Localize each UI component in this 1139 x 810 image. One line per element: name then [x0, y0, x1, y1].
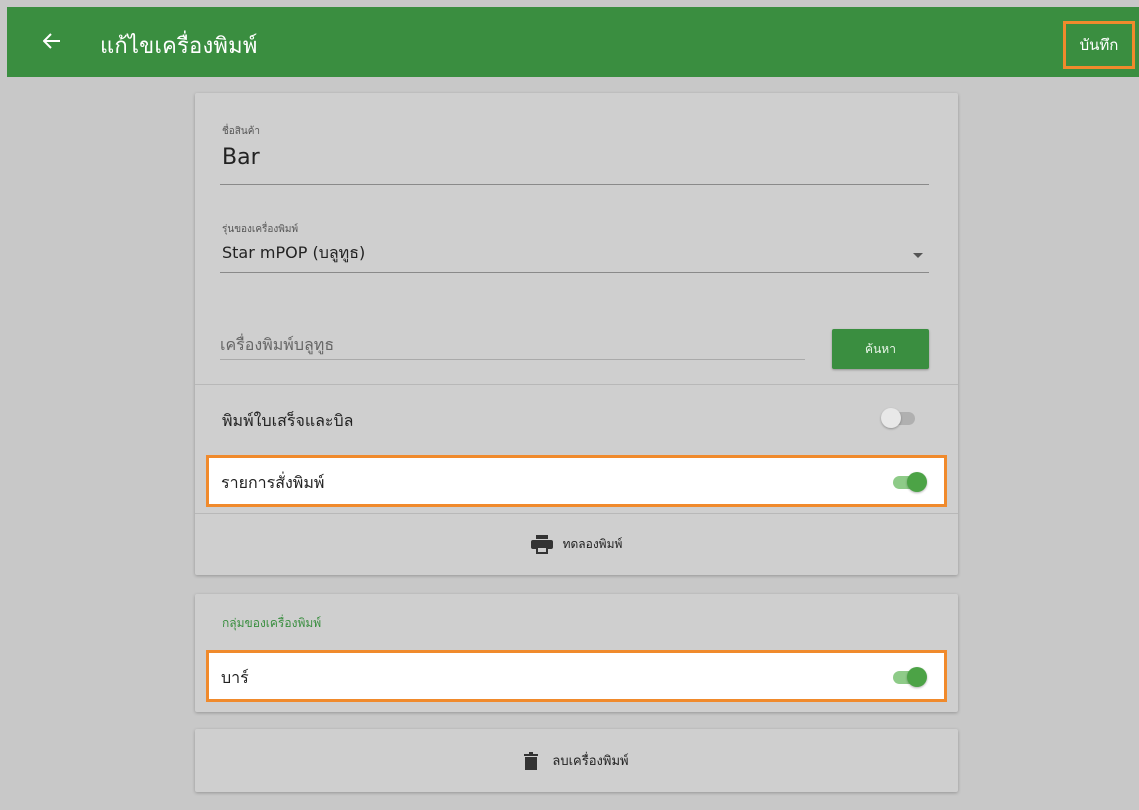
- test-print-label: ทดลองพิมพ์: [562, 537, 623, 551]
- bluetooth-printer-input[interactable]: [220, 330, 805, 360]
- name-field-underline: [220, 184, 929, 185]
- group-item-bar-row[interactable]: บาร์: [206, 650, 947, 702]
- model-select-value[interactable]: Star mPOP (บลูทูธ): [222, 241, 365, 266]
- app-bar: แก้ไขเครื่องพิมพ์ บันทึก: [7, 7, 1139, 77]
- printer-settings-card: ชื่อสินค้า Bar รุ่นของเครื่องพิมพ์ Star …: [195, 93, 958, 575]
- test-print-button[interactable]: ทดลองพิมพ์: [195, 514, 958, 575]
- divider: [195, 384, 958, 385]
- receipt-toggle-label: พิมพ์ใบเสร็จและบิล: [222, 411, 354, 430]
- search-button[interactable]: ค้นหา: [832, 329, 929, 369]
- chevron-down-icon[interactable]: [913, 253, 923, 258]
- back-button[interactable]: [37, 26, 67, 56]
- group-item-toggle[interactable]: [891, 667, 927, 687]
- delete-printer-card: ลบเครื่องพิมพ์: [195, 729, 958, 792]
- arrow-left-icon: [43, 33, 60, 49]
- model-field-underline: [220, 272, 929, 273]
- printer-icon: [530, 534, 553, 554]
- page-title: แก้ไขเครื่องพิมพ์: [100, 34, 258, 59]
- order-print-row[interactable]: รายการสั่งพิมพ์: [206, 455, 947, 507]
- trash-icon: [524, 751, 539, 770]
- printer-group-card: กลุ่มของเครื่องพิมพ์ บาร์: [195, 594, 958, 712]
- group-item-label: บาร์: [221, 668, 249, 687]
- model-field-label: รุ่นของเครื่องพิมพ์: [222, 224, 299, 235]
- name-field-value[interactable]: Bar: [222, 145, 260, 170]
- save-button[interactable]: บันทึก: [1063, 21, 1135, 69]
- delete-printer-label: ลบเครื่องพิมพ์: [552, 754, 629, 769]
- order-toggle-label: รายการสั่งพิมพ์: [221, 473, 325, 492]
- group-section-title: กลุ่มของเครื่องพิมพ์: [222, 616, 322, 630]
- receipt-toggle[interactable]: [881, 408, 917, 428]
- order-toggle[interactable]: [891, 472, 927, 492]
- name-field-label: ชื่อสินค้า: [222, 126, 261, 137]
- delete-printer-button[interactable]: ลบเครื่องพิมพ์: [195, 729, 958, 792]
